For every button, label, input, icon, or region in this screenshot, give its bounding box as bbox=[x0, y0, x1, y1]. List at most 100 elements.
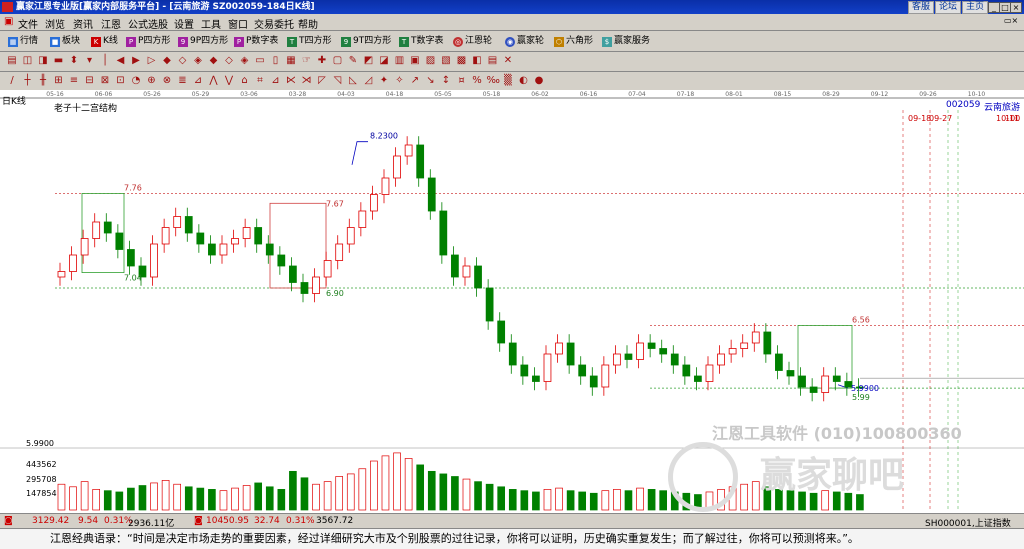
menu-help[interactable]: 帮助 bbox=[298, 16, 318, 31]
toolbar-kline[interactable]: K K线 bbox=[91, 34, 118, 48]
analysis-tool-19-icon[interactable]: ⋉ bbox=[285, 75, 297, 87]
drawing-tool-10-icon[interactable]: ▷ bbox=[146, 55, 158, 67]
drawing-tool-13-icon[interactable]: ◈ bbox=[192, 55, 204, 67]
analysis-tool-17-icon[interactable]: ⌗ bbox=[254, 75, 266, 87]
candle-body bbox=[578, 364, 587, 377]
toolbar-gann-wheel[interactable]: ◎ 江恩轮 bbox=[453, 34, 492, 48]
toolbar-quotes[interactable]: ▦ 行情 bbox=[8, 34, 38, 48]
analysis-tool-1-icon[interactable]: / bbox=[6, 75, 18, 87]
toolbar-9p-square[interactable]: 9 9P四方形 bbox=[178, 34, 228, 48]
drawing-tool-5-icon[interactable]: ⬍ bbox=[68, 55, 80, 67]
drawing-tool-11-icon[interactable]: ◆ bbox=[161, 55, 173, 67]
drawing-tool-14-icon[interactable]: ◆ bbox=[208, 55, 220, 67]
drawing-tool-30-icon[interactable]: ▩ bbox=[456, 55, 468, 67]
analysis-tool-5-icon[interactable]: ≡ bbox=[68, 75, 80, 87]
analysis-tool-21-icon[interactable]: ◸ bbox=[316, 75, 328, 87]
toolbar-winner-wheel[interactable]: ◉ 赢家轮 bbox=[505, 34, 544, 48]
analysis-tool-14-icon[interactable]: ⋀ bbox=[208, 75, 220, 87]
analysis-tool-31-icon[interactable]: % bbox=[471, 75, 483, 87]
analysis-tool-24-icon[interactable]: ◿ bbox=[363, 75, 375, 87]
drawing-tool-15-icon[interactable]: ◇ bbox=[223, 55, 235, 67]
kefu-link[interactable]: 客服 bbox=[908, 1, 935, 14]
forum-link[interactable]: 论坛 bbox=[935, 1, 962, 14]
analysis-tool-10-icon[interactable]: ⊕ bbox=[146, 75, 158, 87]
analysis-tool-30-icon[interactable]: ¤ bbox=[456, 75, 468, 87]
menu-trade[interactable]: 交易委托 bbox=[254, 16, 294, 31]
toolbar-sectors[interactable]: ■ 板块 bbox=[50, 34, 80, 48]
drawing-tool-25-icon[interactable]: ◪ bbox=[378, 55, 390, 67]
drawing-tool-4-icon[interactable]: ▬ bbox=[53, 55, 65, 67]
analysis-tool-6-icon[interactable]: ⊟ bbox=[84, 75, 96, 87]
toolbar-p-square[interactable]: P P四方形 bbox=[126, 34, 170, 48]
analysis-tool-3-icon[interactable]: ╫ bbox=[37, 75, 49, 87]
analysis-tool-22-icon[interactable]: ◹ bbox=[332, 75, 344, 87]
drawing-tool-23-icon[interactable]: ✎ bbox=[347, 55, 359, 67]
menu-restore-icon[interactable]: ▭× bbox=[1004, 16, 1018, 25]
analysis-tool-20-icon[interactable]: ⋊ bbox=[301, 75, 313, 87]
drawing-tool-18-icon[interactable]: ▯ bbox=[270, 55, 282, 67]
drawing-tool-28-icon[interactable]: ▨ bbox=[425, 55, 437, 67]
drawing-tool-16-icon[interactable]: ◈ bbox=[239, 55, 251, 67]
drawing-tool-29-icon[interactable]: ▧ bbox=[440, 55, 452, 67]
analysis-tool-8-icon[interactable]: ⊡ bbox=[115, 75, 127, 87]
menu-gann[interactable]: 江恩 bbox=[101, 16, 121, 31]
homepage-link[interactable]: 主页 bbox=[962, 1, 989, 14]
analysis-tool-27-icon[interactable]: ↗ bbox=[409, 75, 421, 87]
drawing-tool-22-icon[interactable]: ▢ bbox=[332, 55, 344, 67]
analysis-tool-9-icon[interactable]: ◔ bbox=[130, 75, 142, 87]
drawing-tool-19-icon[interactable]: ▦ bbox=[285, 55, 297, 67]
menu-formula[interactable]: 公式选股 bbox=[128, 16, 168, 31]
volume-axis-label: 295708 bbox=[26, 475, 57, 484]
drawing-tool-6-icon[interactable]: ▾ bbox=[84, 55, 96, 67]
drawing-tool-24-icon[interactable]: ◩ bbox=[363, 55, 375, 67]
menu-tools[interactable]: 工具 bbox=[201, 16, 221, 31]
toolbar-9t-square[interactable]: 9 9T四方形 bbox=[341, 34, 391, 48]
analysis-tool-25-icon[interactable]: ✦ bbox=[378, 75, 390, 87]
toolbar-t-number[interactable]: T T数字表 bbox=[399, 34, 444, 48]
analysis-tool-13-icon[interactable]: ⊿ bbox=[192, 75, 204, 87]
drawing-tool-17-icon[interactable]: ▭ bbox=[254, 55, 266, 67]
drawing-tool-32-icon[interactable]: ▤ bbox=[487, 55, 499, 67]
analysis-tool-12-icon[interactable]: ≣ bbox=[177, 75, 189, 87]
analysis-tool-4-icon[interactable]: ⊞ bbox=[53, 75, 65, 87]
drawing-tool-21-icon[interactable]: ✚ bbox=[316, 55, 328, 67]
analysis-tool-33-icon[interactable]: ▒ bbox=[502, 75, 514, 87]
menu-browse[interactable]: 浏览 bbox=[45, 16, 65, 31]
analysis-tool-11-icon[interactable]: ⊗ bbox=[161, 75, 173, 87]
analysis-tool-18-icon[interactable]: ⊿ bbox=[270, 75, 282, 87]
drawing-tool-20-icon[interactable]: ☞ bbox=[301, 55, 313, 67]
drawing-tool-8-icon[interactable]: ◀ bbox=[115, 55, 127, 67]
analysis-tool-15-icon[interactable]: ⋁ bbox=[223, 75, 235, 87]
analysis-tool-23-icon[interactable]: ◺ bbox=[347, 75, 359, 87]
analysis-tool-35-icon[interactable]: ● bbox=[533, 75, 545, 87]
drawing-tool-7-icon[interactable]: │ bbox=[99, 55, 111, 67]
analysis-tool-2-icon[interactable]: ┼ bbox=[22, 75, 34, 87]
drawing-tool-31-icon[interactable]: ◧ bbox=[471, 55, 483, 67]
drawing-tool-33-icon[interactable]: ✕ bbox=[502, 55, 514, 67]
drawing-tool-2-icon[interactable]: ◫ bbox=[22, 55, 34, 67]
toolbar-p-number[interactable]: P P数字表 bbox=[234, 34, 278, 48]
volume-bar bbox=[312, 483, 320, 511]
drawing-tool-27-icon[interactable]: ▣ bbox=[409, 55, 421, 67]
drawing-tool-9-icon[interactable]: ▶ bbox=[130, 55, 142, 67]
toolbar-service[interactable]: $ 赢家服务 bbox=[602, 34, 650, 48]
drawing-tool-26-icon[interactable]: ▥ bbox=[394, 55, 406, 67]
kline-chart-panel[interactable]: 05-16 06-06 05-26 05-29 03-06 03-28 04-03 04-18… bbox=[0, 90, 1024, 513]
close-button[interactable]: × bbox=[1010, 2, 1022, 13]
analysis-tool-16-icon[interactable]: ⌂ bbox=[239, 75, 251, 87]
analysis-tool-29-icon[interactable]: ↕ bbox=[440, 75, 452, 87]
toolbar-hexagon[interactable]: ⬡ 六角形 bbox=[554, 34, 593, 48]
drawing-tool-3-icon[interactable]: ◨ bbox=[37, 55, 49, 67]
analysis-tool-34-icon[interactable]: ◐ bbox=[518, 75, 530, 87]
menu-file[interactable]: 文件 bbox=[18, 16, 38, 31]
drawing-tool-1-icon[interactable]: ▤ bbox=[6, 55, 18, 67]
analysis-tool-26-icon[interactable]: ✧ bbox=[394, 75, 406, 87]
menu-news[interactable]: 资讯 bbox=[73, 16, 93, 31]
analysis-tool-32-icon[interactable]: ‰ bbox=[487, 75, 500, 87]
toolbar-t-square[interactable]: T T四方形 bbox=[287, 34, 332, 48]
analysis-tool-28-icon[interactable]: ↘ bbox=[425, 75, 437, 87]
analysis-tool-7-icon[interactable]: ⊠ bbox=[99, 75, 111, 87]
menu-settings[interactable]: 设置 bbox=[174, 16, 194, 31]
drawing-tool-12-icon[interactable]: ◇ bbox=[177, 55, 189, 67]
menu-window[interactable]: 窗口 bbox=[228, 16, 248, 31]
